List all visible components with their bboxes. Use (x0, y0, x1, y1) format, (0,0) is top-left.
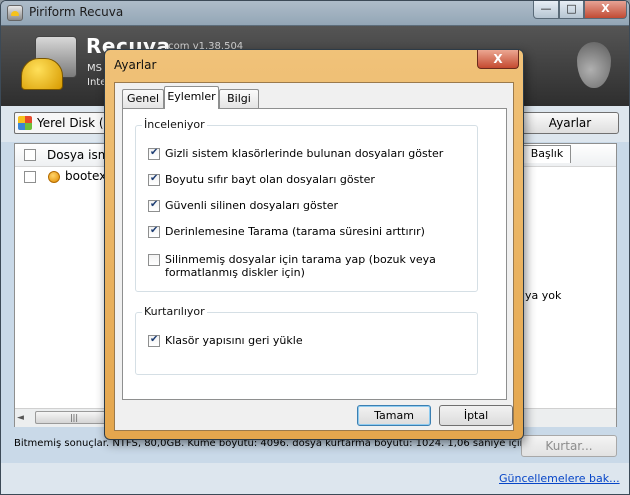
row-checkbox[interactable] (24, 171, 36, 183)
scanning-group-legend: İnceleniyor (142, 118, 207, 131)
drive-select[interactable]: Yerel Disk (C:) (14, 112, 121, 134)
checkbox[interactable] (148, 173, 160, 186)
option-label: Derinlemesine Tarama (tarama süresini ar… (165, 225, 425, 238)
recover-button[interactable]: Kurtar... (521, 435, 617, 457)
tab-general[interactable]: Genel (122, 89, 164, 109)
maximize-button[interactable]: □ (559, 1, 584, 19)
recovering-group-legend: Kurtarılıyor (142, 305, 207, 318)
checkbox[interactable] (148, 225, 160, 238)
recuva-app-icon (7, 5, 23, 21)
option-label: Silinmemiş dosyalar için tarama yap (boz… (165, 253, 436, 279)
cancel-button[interactable]: İptal (439, 405, 513, 426)
select-all-checkbox[interactable] (24, 149, 36, 161)
dialog-body: Genel Eylemler Bilgi İnceleniyor Gizli s… (114, 82, 514, 431)
option-label: Güvenli silinen dosyaları göster (165, 199, 339, 212)
actions-panel: İnceleniyor Gizli sistem klasörlerinde b… (122, 108, 507, 400)
window-title: Piriform Recuva (29, 5, 124, 19)
info-panel-text: ya yok (525, 289, 562, 302)
close-button[interactable]: X (584, 1, 627, 19)
tab-info[interactable]: Bilgi (219, 89, 259, 109)
recuva-logo-icon (21, 36, 77, 94)
option-label: Klasör yapısını geri yükle (165, 334, 303, 347)
column-header-filename[interactable]: Dosya ismi (47, 148, 113, 162)
dialog-close-button[interactable]: X (477, 50, 519, 69)
recovering-group: Kurtarılıyor Klasör yapısını geri yükle (135, 305, 478, 375)
piriform-pear-icon (577, 42, 611, 88)
system-info-os: MS (87, 63, 102, 74)
scroll-thumb[interactable]: ||| (35, 411, 113, 424)
options-dialog: Ayarlar X Genel Eylemler Bilgi İnceleniy… (104, 49, 524, 440)
scanning-group: İnceleniyor Gizli sistem klasörlerinde b… (135, 118, 478, 292)
windows-drive-icon (18, 116, 32, 130)
hard-hat-icon (21, 58, 63, 90)
minimize-button[interactable]: — (533, 1, 559, 19)
tab-actions[interactable]: Eylemler (164, 86, 219, 109)
checkbox[interactable] (148, 254, 160, 266)
checkbox[interactable] (148, 147, 160, 160)
option-label: Gizli sistem klasörlerinde bulunan dosya… (165, 147, 444, 160)
scroll-left-icon[interactable]: ◄ (17, 413, 24, 423)
title-bar[interactable]: Piriform Recuva — □ X (1, 1, 629, 26)
ok-button[interactable]: Tamam (357, 405, 431, 426)
checkbox[interactable] (148, 334, 160, 347)
file-state-icon (48, 171, 60, 183)
checkbox[interactable] (148, 199, 160, 212)
option-label: Boyutu sıfır bayt olan dosyaları göster (165, 173, 375, 186)
options-button[interactable]: Ayarlar (521, 112, 619, 134)
dialog-title: Ayarlar (114, 58, 157, 72)
tab-header[interactable]: Başlık (523, 145, 571, 163)
footer: Güncellemelere bak... (1, 463, 629, 494)
check-updates-link[interactable]: Güncellemelere bak... (499, 472, 620, 485)
